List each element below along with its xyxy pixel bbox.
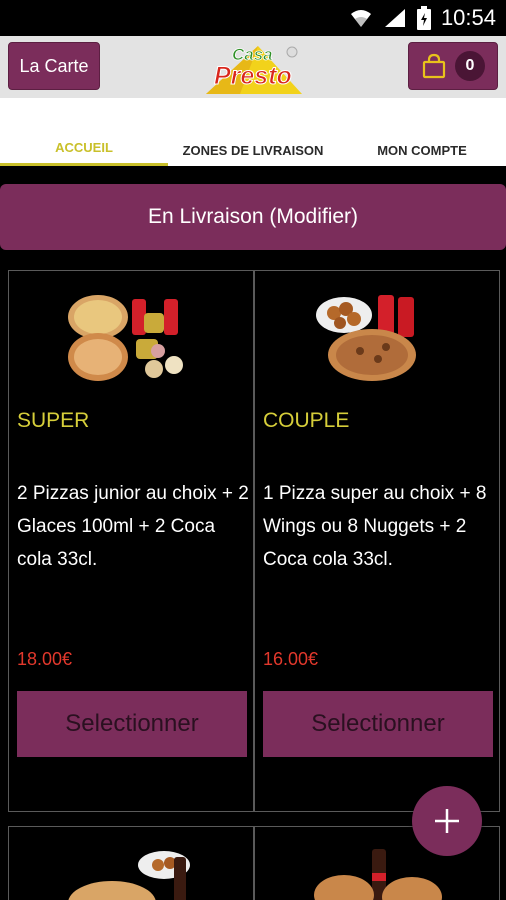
product-description: 1 Pizza super au choix + 8 Wings ou 8 Nu… xyxy=(263,483,487,570)
app-bar: La Carte Casa Presto 0 xyxy=(0,36,506,98)
tab-mon-compte[interactable]: MON COMPTE xyxy=(338,98,506,166)
status-icons: 10:54 xyxy=(349,4,496,32)
product-price: 16.00€ xyxy=(263,649,319,669)
product-description: 2 Pizzas junior au choix + 2 Glaces 100m… xyxy=(17,483,249,570)
tab-zones-de-livraison[interactable]: ZONES DE LIVRAISON xyxy=(168,98,338,166)
cart-button[interactable]: 0 xyxy=(408,42,498,90)
logo-text-presto: Presto xyxy=(214,62,292,90)
select-button[interactable]: Selectionner xyxy=(17,691,247,757)
signal-icon xyxy=(384,9,405,27)
plus-icon xyxy=(435,809,459,833)
menu-button[interactable]: La Carte xyxy=(8,42,100,90)
product-price: 18.00€ xyxy=(17,649,73,669)
cart-count-badge: 0 xyxy=(455,51,485,81)
casa-presto-logo: Casa Presto xyxy=(206,45,302,94)
status-bar: 10:54 xyxy=(0,0,506,36)
product-card xyxy=(8,826,254,900)
battery-icon xyxy=(416,6,431,30)
tab-bar: ACCUEIL ZONES DE LIVRAISON MON COMPTE xyxy=(0,98,506,166)
wifi-icon xyxy=(350,10,371,27)
shopping-bag-icon xyxy=(422,53,446,79)
add-fab-button[interactable] xyxy=(412,786,482,856)
product-title: COUPLE xyxy=(263,409,350,432)
product-card: SUPER 2 Pizzas junior au choix + 2 Glace… xyxy=(8,270,254,812)
status-time: 10:54 xyxy=(440,5,496,30)
product-image xyxy=(68,295,183,381)
tab-accueil[interactable]: ACCUEIL xyxy=(0,98,168,166)
select-button[interactable]: Selectionner xyxy=(263,691,493,757)
product-image xyxy=(68,851,190,900)
product-image xyxy=(316,295,416,381)
delivery-mode-button[interactable]: En Livraison (Modifier) xyxy=(0,184,506,250)
product-image xyxy=(314,849,442,900)
product-title: SUPER xyxy=(17,409,90,432)
product-card: COUPLE 1 Pizza super au choix + 8 Wings … xyxy=(254,270,500,812)
